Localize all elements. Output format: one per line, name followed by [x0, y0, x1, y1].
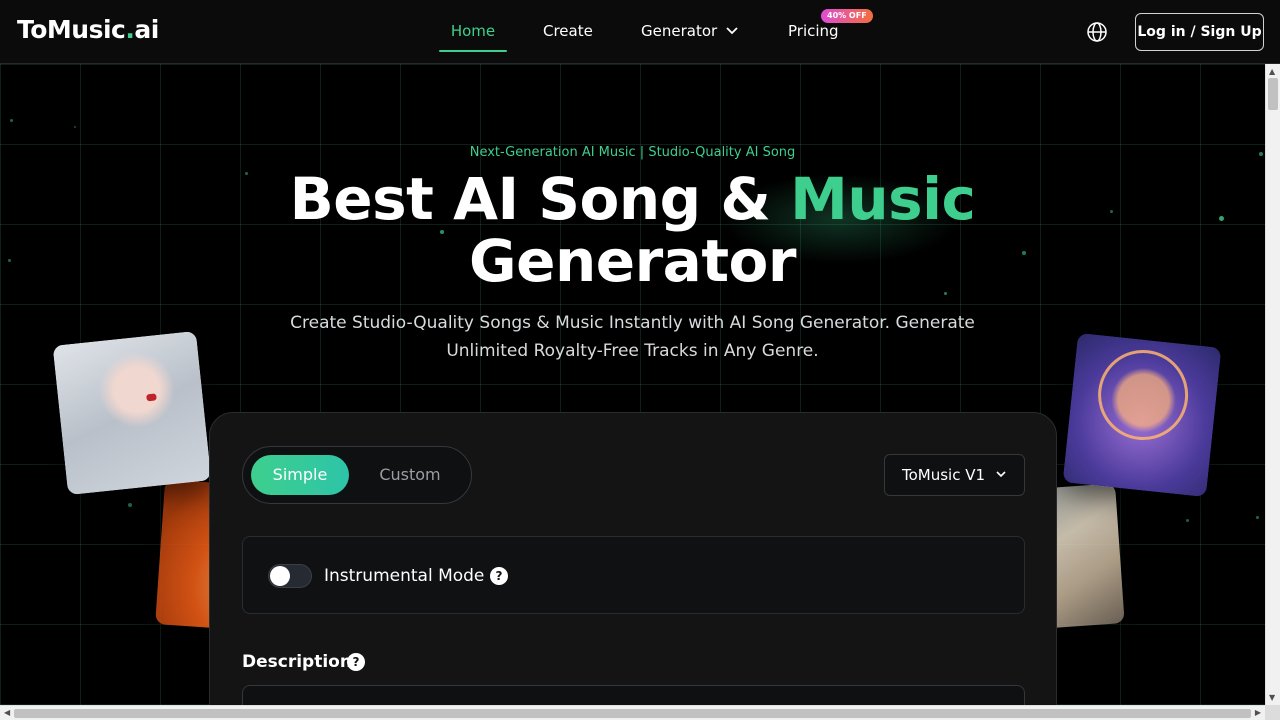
mode-toggle: Simple Custom — [242, 446, 472, 504]
nav-create[interactable]: Create — [543, 20, 593, 44]
mode-simple-tab[interactable]: Simple — [251, 455, 349, 495]
model-select[interactable]: ToMusic V1 — [884, 454, 1025, 496]
instrumental-mode-label: Instrumental Mode — [324, 566, 485, 586]
hero-subtitle: Create Studio-Quality Songs & Music Inst… — [290, 313, 975, 361]
vertical-scroll-thumb[interactable] — [1268, 78, 1278, 110]
headline-part1: Best AI Song & — [289, 165, 791, 233]
album-art-portrait — [52, 330, 212, 496]
particle — [128, 503, 132, 507]
nav-generator[interactable]: Generator — [641, 20, 738, 44]
scroll-up-arrow-icon[interactable]: ▲ — [1269, 67, 1275, 76]
scroll-down-arrow-icon[interactable]: ▼ — [1269, 693, 1275, 702]
pricing-discount-badge: 40% OFF — [821, 9, 873, 23]
album-art-vr-headset — [1062, 332, 1222, 498]
particle — [1186, 519, 1189, 522]
login-signup-button[interactable]: Log in / Sign Up — [1135, 13, 1264, 51]
horizontal-scroll-thumb[interactable] — [14, 709, 1251, 718]
vertical-scrollbar[interactable]: ▲ ▼ — [1265, 64, 1280, 705]
hero-headline: Best AI Song & Music Generator — [0, 168, 1265, 292]
logo-dot: . — [125, 15, 135, 44]
globe-icon[interactable] — [1086, 21, 1108, 43]
toggle-knob — [270, 566, 290, 586]
question-icon[interactable]: ? — [347, 653, 365, 671]
instrumental-mode-row: Instrumental Mode ? — [242, 536, 1025, 614]
particle — [944, 292, 947, 295]
portrait-lips — [146, 393, 157, 402]
tomusic-logo[interactable]: ToMusic.ai — [17, 15, 159, 44]
nav-generator-label: Generator — [641, 22, 718, 40]
hero-section: Next-Generation AI Music | Studio-Qualit… — [0, 64, 1265, 705]
nav-pricing[interactable]: Pricing — [788, 20, 839, 44]
nav-home-active-indicator — [439, 50, 507, 52]
scroll-left-arrow-icon[interactable]: ◀ — [4, 708, 10, 717]
model-select-value: ToMusic V1 — [902, 466, 986, 484]
particle — [1256, 516, 1259, 519]
particle — [10, 119, 13, 122]
description-textarea[interactable] — [242, 685, 1025, 705]
horizontal-scrollbar[interactable]: ◀ ▶ — [0, 705, 1265, 720]
scrollbar-corner — [1265, 705, 1280, 720]
halo-ring — [1093, 345, 1193, 445]
top-navbar: ToMusic.ai Home Create Generator Pricing… — [0, 0, 1280, 64]
chevron-down-icon — [726, 27, 738, 35]
mode-custom-tab[interactable]: Custom — [358, 455, 462, 495]
headline-part2: Generator — [469, 227, 797, 295]
hero-eyebrow: Next-Generation AI Music | Studio-Qualit… — [469, 145, 796, 160]
scroll-right-arrow-icon[interactable]: ▶ — [1255, 708, 1261, 717]
nav-home[interactable]: Home — [439, 20, 507, 44]
headline-accent: Music — [790, 165, 976, 233]
question-icon[interactable]: ? — [490, 567, 508, 585]
instrumental-toggle[interactable] — [268, 564, 312, 588]
generator-panel: Simple Custom ToMusic V1 Instrumental Mo… — [209, 412, 1057, 705]
chevron-down-icon — [996, 471, 1006, 478]
particle — [74, 126, 76, 128]
description-label: Description — [242, 652, 352, 672]
